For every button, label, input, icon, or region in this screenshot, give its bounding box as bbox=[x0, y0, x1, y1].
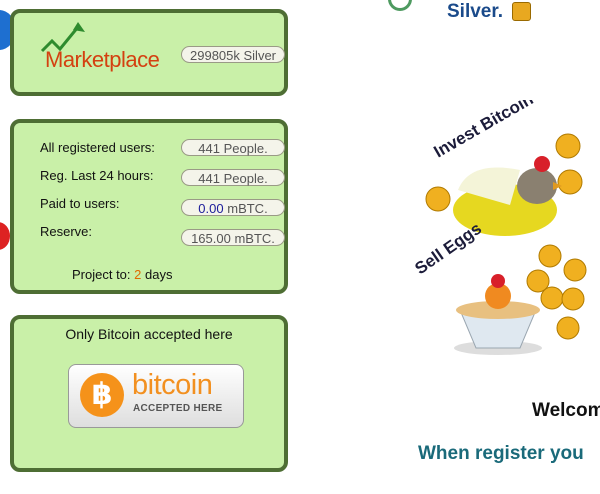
stats-panel: All registered users: 441 People. Reg. L… bbox=[10, 119, 288, 294]
bitcoin-wordmark: bitcoin bbox=[132, 369, 213, 401]
silver-header-text: Silver. bbox=[447, 1, 503, 22]
project-duration: Project to: 2 days bbox=[72, 267, 172, 282]
sell-eggs-label: Sell Eggs bbox=[411, 219, 485, 278]
stat-label-last24: Reg. Last 24 hours: bbox=[40, 168, 154, 183]
project-days-unit: days bbox=[145, 267, 173, 282]
bitcoin-accepted-badge[interactable]: ฿ bitcoin ACCEPTED HERE bbox=[68, 364, 244, 428]
accepted-here-text: ACCEPTED HERE bbox=[133, 403, 223, 414]
payment-panel: Only Bitcoin accepted here ฿ bitcoin ACC… bbox=[10, 315, 288, 472]
coins-stack bbox=[526, 244, 587, 340]
logo-swirl-fragment bbox=[388, 0, 412, 11]
bitcoin-icon: ฿ bbox=[80, 373, 124, 417]
stat-value-paid-unit: mBTC. bbox=[227, 201, 268, 216]
silver-balance-badge: 299805k Silver bbox=[181, 46, 285, 63]
register-heading: When register you bbox=[418, 443, 584, 464]
stat-value-registered: 441 People. bbox=[181, 139, 285, 156]
marketplace-panel: Marketplace 299805k Silver bbox=[10, 9, 288, 96]
silver-coin-icon bbox=[512, 2, 531, 21]
invest-bitcoin-text: Invest Bitcoin bbox=[431, 100, 537, 161]
stat-value-reserve: 165.00 mBTC. bbox=[181, 229, 285, 246]
project-prefix: Project to: bbox=[72, 267, 131, 282]
invest-bitcoin-label: Invest Bitcoin bbox=[431, 100, 537, 161]
stat-value-paid-number: 0.00 bbox=[198, 201, 224, 216]
decorative-red-shape bbox=[0, 222, 10, 250]
stat-label-reserve: Reserve: bbox=[40, 224, 93, 239]
stat-value-last24: 441 People. bbox=[181, 169, 285, 186]
stat-value-paid: 0.00 mBTC. bbox=[181, 199, 285, 216]
stat-label-paid: Paid to users: bbox=[40, 196, 120, 211]
welcome-heading: Welcom bbox=[532, 400, 600, 421]
project-days-number: 2 bbox=[134, 267, 142, 282]
chicken-illustration: Invest Bitcoin Sell Eggs bbox=[411, 100, 587, 355]
sell-eggs-text: Sell Eggs bbox=[411, 219, 485, 278]
stat-label-registered: All registered users: bbox=[40, 140, 155, 155]
payment-title: Only Bitcoin accepted here bbox=[65, 326, 233, 342]
marketplace-logo[interactable]: Marketplace bbox=[45, 47, 160, 73]
